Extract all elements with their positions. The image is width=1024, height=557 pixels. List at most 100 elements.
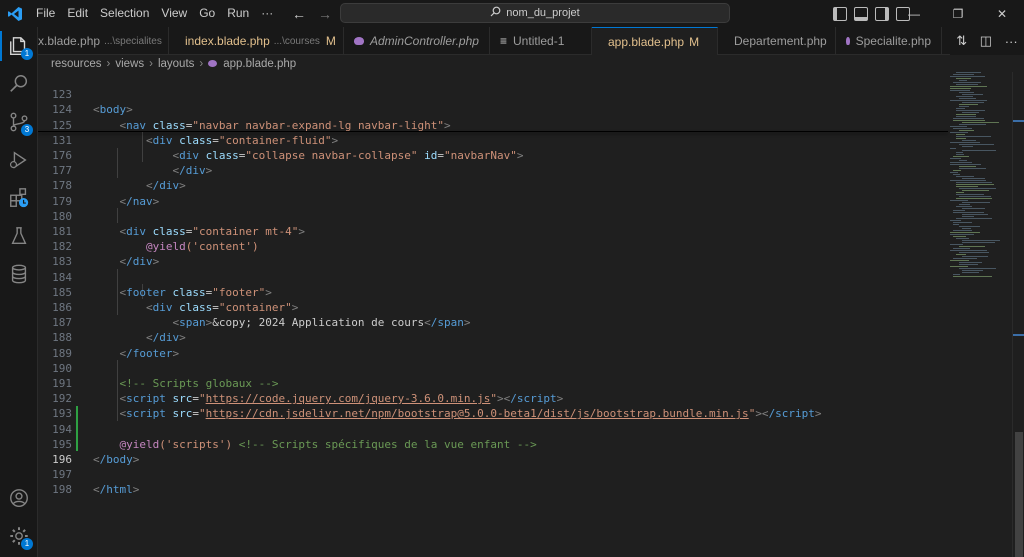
toggle-secondary-sidebar-icon[interactable] bbox=[875, 6, 889, 21]
minimap-line bbox=[953, 82, 981, 83]
toggle-primary-sidebar-icon[interactable] bbox=[833, 6, 847, 21]
minimap-line bbox=[962, 216, 974, 217]
menu-run[interactable]: Run bbox=[221, 0, 255, 27]
menu-selection[interactable]: Selection bbox=[94, 0, 155, 27]
command-center-search[interactable]: nom_du_projet bbox=[340, 3, 730, 23]
tab-x-blade[interactable]: x.blade.php ...\specialites bbox=[38, 27, 169, 55]
code-line: 193 bbox=[38, 391, 948, 420]
minimap-line bbox=[950, 86, 987, 87]
tab-specialite[interactable]: Specialite.php bbox=[836, 27, 942, 55]
minimap-line bbox=[962, 102, 984, 103]
minimap-line bbox=[959, 80, 967, 81]
minimap-line bbox=[956, 186, 978, 187]
tab-departement[interactable]: Departement.php bbox=[718, 27, 836, 55]
tab-app-blade[interactable]: app.blade.php M bbox=[592, 27, 718, 55]
minimap-line bbox=[950, 88, 971, 89]
database-icon[interactable] bbox=[0, 255, 38, 293]
minimap-line bbox=[962, 202, 990, 203]
minimap-line bbox=[962, 228, 971, 229]
breadcrumb-item[interactable]: app.blade.php bbox=[223, 58, 296, 70]
split-editor-icon[interactable]: ◫ bbox=[980, 33, 992, 49]
testing-flask-icon[interactable] bbox=[0, 217, 38, 255]
minimap-line bbox=[962, 140, 976, 141]
compare-changes-icon[interactable]: ⇅ bbox=[956, 33, 967, 49]
back-arrow-icon[interactable]: ← bbox=[292, 6, 306, 22]
explorer-icon[interactable]: 1 bbox=[0, 27, 38, 65]
editor-actions: ⇅ ◫ ··· bbox=[950, 27, 1024, 55]
minimap-line bbox=[956, 72, 981, 73]
code-line: 180 <div class="container mt-4"> bbox=[38, 194, 948, 238]
search-view-icon[interactable] bbox=[0, 65, 38, 103]
minimap-line bbox=[950, 220, 961, 221]
minimap-line bbox=[953, 170, 961, 171]
run-debug-icon[interactable] bbox=[0, 141, 38, 179]
settings-gear-icon[interactable]: 1 bbox=[0, 517, 38, 555]
minimap-line bbox=[950, 142, 980, 143]
menu-file[interactable]: File bbox=[30, 0, 61, 27]
toggle-panel-icon[interactable] bbox=[854, 6, 868, 21]
code-line: 178 </nav> bbox=[38, 163, 948, 207]
forward-arrow-icon[interactable]: → bbox=[318, 6, 332, 22]
menu-go[interactable]: Go bbox=[193, 0, 221, 27]
minimap-line bbox=[950, 260, 969, 261]
accounts-icon[interactable] bbox=[0, 479, 38, 517]
minimap-line bbox=[953, 258, 977, 259]
code-line: 189 bbox=[38, 330, 948, 360]
tab-label: AdminController.php bbox=[370, 34, 479, 48]
tab-admin-controller[interactable]: AdminController.php bbox=[344, 27, 490, 55]
code-line: 186 <span>&copy; 2024 Application de cou… bbox=[38, 285, 948, 329]
php-elephant-icon bbox=[354, 37, 364, 45]
minimap-line bbox=[950, 162, 972, 163]
minimap-line bbox=[959, 166, 976, 167]
more-actions-icon[interactable]: ··· bbox=[1005, 34, 1018, 49]
tab-label: Departement.php bbox=[734, 34, 827, 48]
minimap-line bbox=[953, 118, 984, 119]
minimap-line bbox=[950, 126, 967, 127]
minimap-line bbox=[956, 96, 973, 97]
breadcrumb-item[interactable]: views bbox=[115, 58, 144, 70]
minimap-line bbox=[953, 174, 960, 175]
minimap-line bbox=[953, 276, 992, 277]
close-icon[interactable]: ✕ bbox=[980, 0, 1024, 27]
vertical-scrollbar[interactable] bbox=[1012, 72, 1024, 557]
minimap-line bbox=[962, 94, 983, 95]
minimap-line bbox=[956, 114, 976, 115]
minimap-line bbox=[956, 184, 994, 185]
code-line: 191 <script src="https://code.jquery.com… bbox=[38, 361, 948, 405]
menu-view[interactable]: View bbox=[155, 0, 193, 27]
code-line: 123 <body> bbox=[38, 72, 948, 116]
scrollbar-thumb[interactable] bbox=[1015, 432, 1023, 557]
tab-label: Specialite.php bbox=[855, 34, 931, 48]
search-icon bbox=[490, 6, 501, 20]
minimap-line bbox=[950, 232, 980, 233]
code-line: 177 </div> bbox=[38, 148, 948, 192]
minimap-line bbox=[956, 136, 991, 137]
extensions-icon[interactable] bbox=[0, 179, 38, 217]
menu-edit[interactable]: Edit bbox=[61, 0, 94, 27]
breadcrumb-item[interactable]: layouts bbox=[158, 58, 194, 70]
code-line: 176 </div> bbox=[38, 133, 948, 177]
minimap-line bbox=[956, 194, 984, 195]
minimap-line bbox=[959, 246, 985, 247]
minimap-line bbox=[959, 144, 994, 145]
tab-untitled-1[interactable]: ≡ Untitled-1 bbox=[490, 27, 592, 55]
text-file-icon: ≡ bbox=[500, 34, 508, 48]
minimize-icon[interactable]: — bbox=[892, 0, 936, 27]
source-control-icon[interactable]: 3 bbox=[0, 103, 38, 141]
minimap-line bbox=[962, 190, 989, 191]
minimap-line bbox=[950, 158, 961, 159]
minimap-line bbox=[950, 100, 987, 101]
restore-icon[interactable]: ❐ bbox=[936, 0, 980, 27]
minimap-line bbox=[950, 250, 987, 251]
tab-index-blade[interactable]: index.blade.php ...\courses M bbox=[169, 27, 344, 55]
code-editor[interactable]: 123 <body> 124 <nav class="navbar navbar… bbox=[38, 72, 1024, 557]
minimap-line bbox=[956, 134, 965, 135]
breadcrumb-item[interactable]: resources bbox=[51, 58, 102, 70]
menu-more[interactable]: ··· bbox=[255, 0, 279, 27]
code-line: 184 <footer class="footer"> bbox=[38, 254, 948, 299]
minimap-line bbox=[956, 238, 969, 239]
minimap-line bbox=[953, 224, 959, 225]
minimap-line bbox=[962, 240, 1000, 241]
minimap[interactable] bbox=[950, 72, 1010, 282]
minimap-line bbox=[956, 138, 966, 139]
